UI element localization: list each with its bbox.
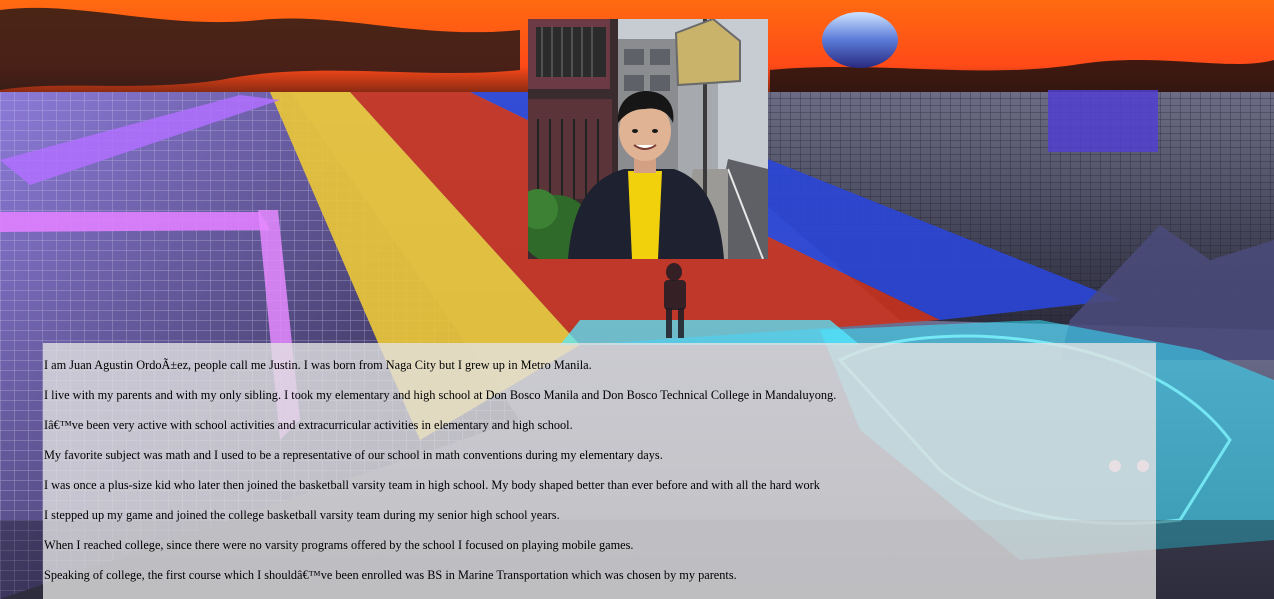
bio-paragraph: I am Juan Agustin OrdoÃ±ez, people call … [44, 358, 592, 372]
bio-paragraph: Speaking of college, the first course wh… [44, 568, 737, 582]
bio-paragraph: My favorite subject was math and I used … [44, 448, 663, 462]
bio-paragraph: I stepped up my game and joined the coll… [44, 508, 560, 522]
bio-paragraph: I live with my parents and with my only … [44, 388, 837, 402]
profile-photo [528, 19, 768, 259]
bio-paragraph: When I reached college, since there were… [44, 538, 634, 552]
bio-paragraph: I was once a plus-size kid who later the… [44, 478, 820, 492]
bio-panel: I am Juan Agustin OrdoÃ±ez, people call … [43, 343, 1156, 599]
profile-photo-illustration [528, 19, 768, 259]
bio-paragraph: Iâ€™ve been very active with school acti… [44, 418, 573, 432]
